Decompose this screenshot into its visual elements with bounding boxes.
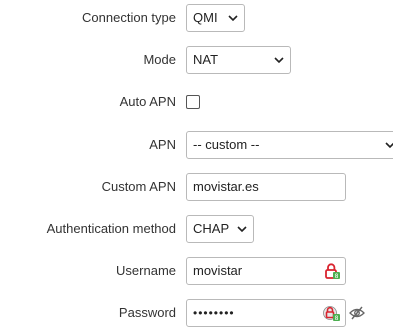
password-input[interactable]: •••••••• 8: [186, 299, 346, 327]
auto-apn-checkbox[interactable]: [186, 95, 200, 109]
mode-label: Mode: [143, 52, 176, 67]
password-value: ••••••••: [193, 306, 235, 320]
svg-text:8: 8: [335, 315, 339, 322]
connection-type-select[interactable]: QMI: [186, 4, 245, 32]
password-manager-lock-icon[interactable]: 8: [323, 305, 341, 322]
chevron-down-icon: [274, 55, 284, 65]
connection-type-row: Connection type QMI: [0, 4, 393, 32]
password-label: Password: [118, 305, 176, 320]
auto-apn-row: Auto APN: [0, 88, 393, 116]
custom-apn-input[interactable]: movistar.es: [186, 173, 346, 201]
username-input[interactable]: movistar 8: [186, 257, 346, 285]
eye-slash-icon[interactable]: [349, 306, 365, 320]
apn-row: APN -- custom --: [0, 131, 393, 159]
username-row: Username movistar 8: [0, 257, 393, 285]
apn-value: -- custom --: [193, 137, 260, 152]
auto-apn-label: Auto APN: [119, 94, 176, 109]
username-label: Username: [116, 263, 176, 278]
modem-settings-form: Connection type QMI Mode NAT Auto APN AP…: [0, 0, 393, 335]
chevron-down-icon: [228, 13, 238, 23]
auth-method-value: CHAP: [193, 221, 230, 236]
svg-text:8: 8: [335, 273, 339, 280]
custom-apn-value: movistar.es: [193, 179, 259, 194]
chevron-down-icon: [237, 224, 247, 234]
custom-apn-label: Custom APN: [101, 179, 176, 194]
apn-label: APN: [149, 137, 176, 152]
custom-apn-row: Custom APN movistar.es: [0, 173, 393, 201]
auth-method-label: Authentication method: [46, 221, 176, 236]
auth-method-row: Authentication method CHAP: [0, 215, 393, 243]
username-value: movistar: [193, 263, 243, 278]
mode-value: NAT: [193, 52, 219, 67]
auth-method-select[interactable]: CHAP: [186, 215, 254, 243]
connection-type-value: QMI: [193, 10, 218, 25]
password-manager-lock-icon[interactable]: 8: [325, 263, 341, 280]
mode-select[interactable]: NAT: [186, 46, 291, 74]
chevron-down-icon: [385, 140, 393, 150]
mode-row: Mode NAT: [0, 46, 393, 74]
apn-select[interactable]: -- custom --: [186, 131, 393, 159]
password-row: Password •••••••• 8: [0, 299, 393, 327]
connection-type-label: Connection type: [82, 10, 176, 25]
